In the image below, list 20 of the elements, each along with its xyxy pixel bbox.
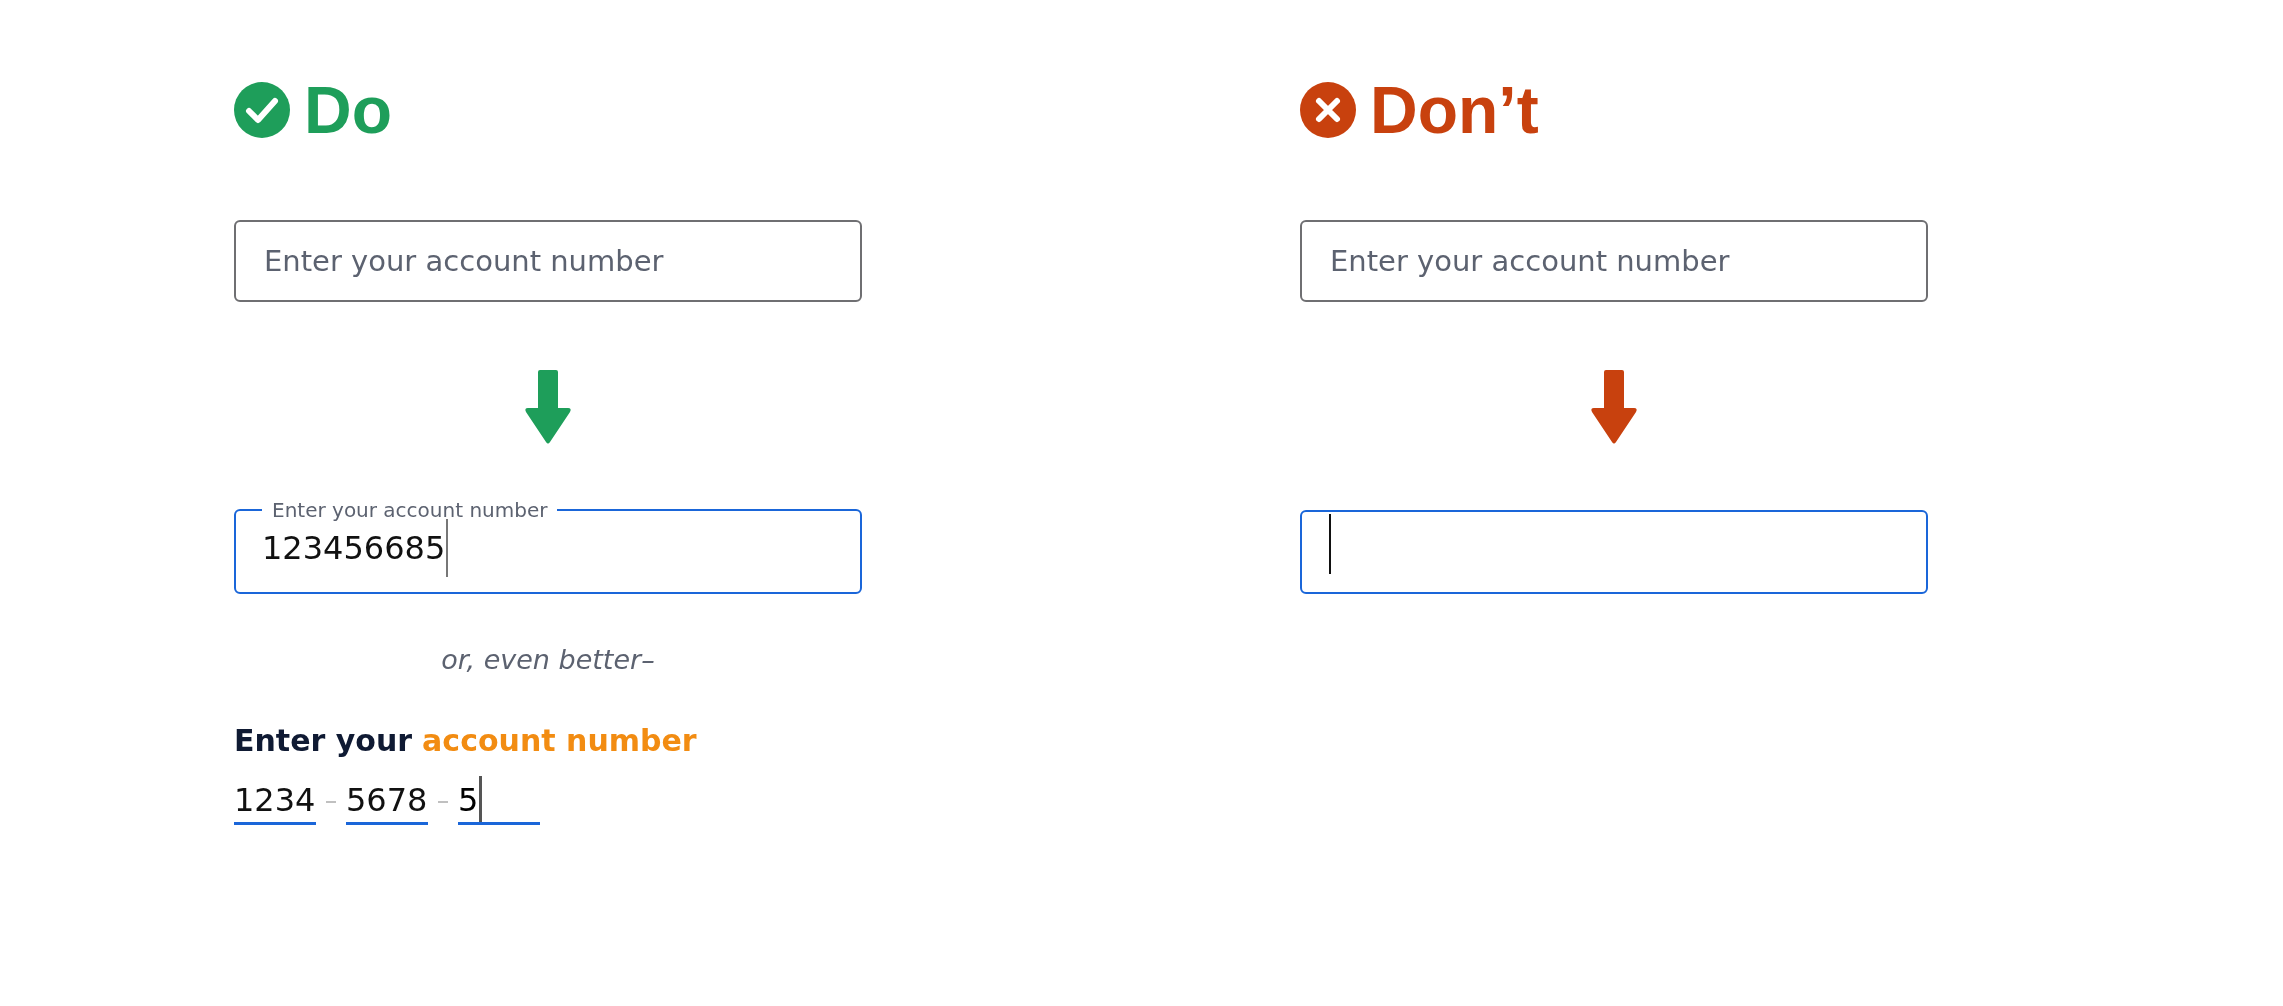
field-value: 123456685 — [262, 529, 446, 567]
segment-field[interactable]: 5678 — [346, 774, 428, 825]
note-text: or, even better– — [440, 644, 656, 675]
input-field[interactable]: Enter your account number 123456685 — [234, 500, 862, 594]
section-heading: Don’t — [1370, 72, 1539, 148]
segment-field[interactable]: 1234 — [234, 774, 316, 825]
field-label-highlight: account number — [422, 723, 697, 758]
text-cursor — [1329, 514, 1331, 574]
text-cursor — [446, 519, 449, 577]
separator-dash — [326, 801, 336, 803]
segment-field[interactable]: 5 — [458, 774, 540, 825]
down-arrow-icon — [524, 370, 572, 446]
separator-dash — [438, 801, 448, 803]
input-field[interactable]: Enter your account number — [234, 220, 862, 302]
input-field[interactable] — [1300, 510, 1928, 594]
field-label: Enter your — [234, 723, 413, 758]
section-heading: Do — [304, 72, 392, 148]
down-arrow-icon — [1590, 370, 1638, 446]
field-label: Enter your account number — [271, 500, 549, 520]
input-field[interactable]: Enter your account number — [1300, 220, 1928, 302]
